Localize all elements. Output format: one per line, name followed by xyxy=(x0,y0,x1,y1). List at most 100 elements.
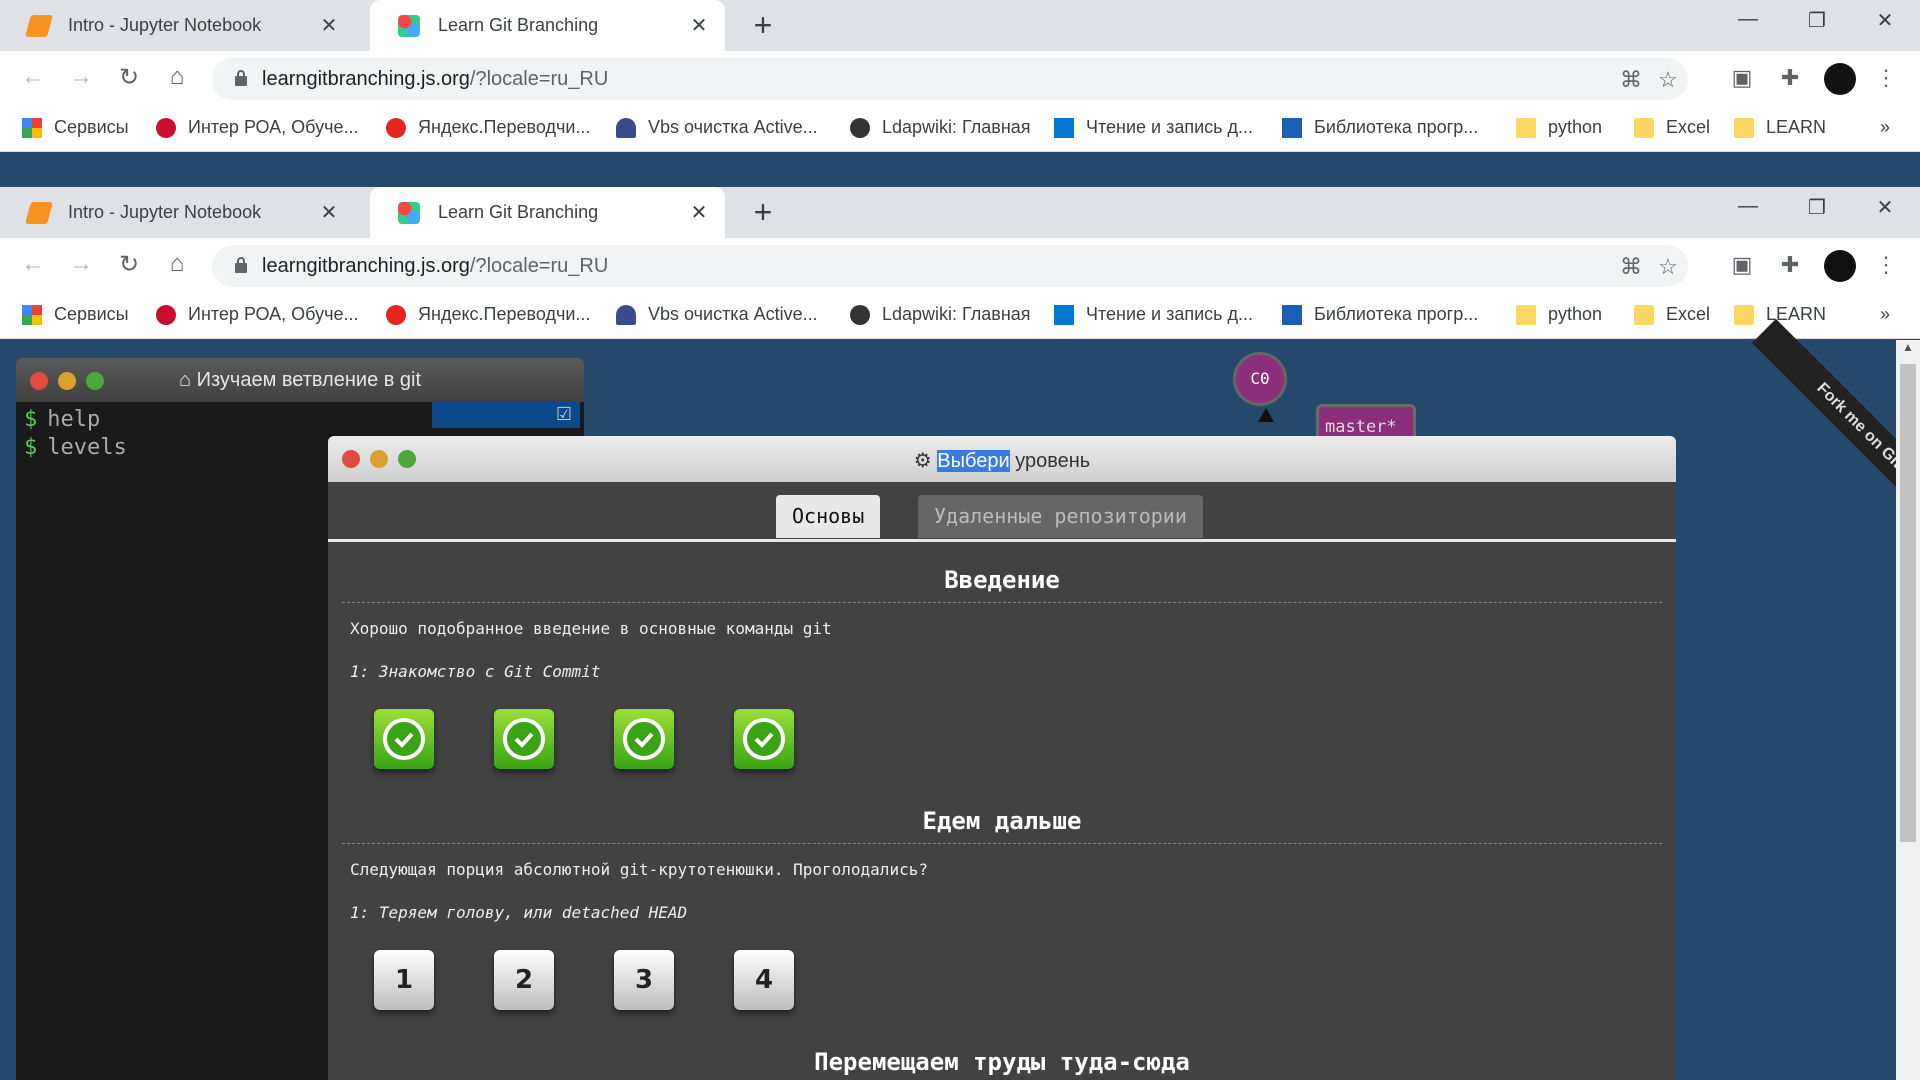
star-icon[interactable]: ☆ xyxy=(1658,254,1678,280)
bookmark-library[interactable]: Библиотека прогр... xyxy=(1282,117,1478,138)
puzzle-icon[interactable]: ✚ xyxy=(1776,251,1804,279)
apps-icon xyxy=(22,117,42,138)
translate-icon[interactable]: ⌘ xyxy=(1620,254,1642,280)
close-icon[interactable]: ✕ xyxy=(319,13,339,38)
bookmark-reading[interactable]: Чтение и запись д... xyxy=(1054,304,1253,325)
gear-icon: ⚙ xyxy=(913,450,938,472)
level-button[interactable]: 4 xyxy=(734,950,794,1010)
restore-icon[interactable]: ❐ xyxy=(1797,195,1837,220)
more-bookmarks-icon[interactable]: » xyxy=(1880,304,1890,325)
level-button[interactable]: 1 xyxy=(374,950,434,1010)
section-about: Хорошо подобранное введение в основные к… xyxy=(350,619,832,638)
bookmark-python[interactable]: python xyxy=(1516,117,1602,138)
bookmark-vbs[interactable]: Vbs очистка Active... xyxy=(616,304,818,325)
menu-icon[interactable]: ⋮ xyxy=(1872,251,1900,279)
checkmark-icon xyxy=(383,718,425,760)
reload-icon[interactable]: ↻ xyxy=(114,63,144,92)
scroll-thumb[interactable] xyxy=(1900,364,1916,842)
profile-avatar[interactable] xyxy=(1824,250,1856,282)
toolbar: ← → ↻ ⌂ learngitbranching.js.org/?locale… xyxy=(0,51,1920,106)
page-content: ⌂ Изучаем ветвление в git ☑ $ help $ level… xyxy=(0,318,1920,1080)
bookmark-inter[interactable]: Интер РОА, Обуче... xyxy=(156,304,358,325)
bookmark-excel[interactable]: Excel xyxy=(1634,304,1710,325)
bookmark-ldapwiki[interactable]: Ldapwiki: Главная xyxy=(850,117,1031,138)
bookmark-learn[interactable]: LEARN xyxy=(1734,304,1826,325)
level-section-moving-on: Едем дальше Следующая порция абсолютной … xyxy=(328,783,1676,1024)
more-bookmarks-icon[interactable]: » xyxy=(1880,117,1890,138)
close-icon[interactable]: ✕ xyxy=(319,200,339,225)
git-branching-icon xyxy=(398,201,420,224)
forward-icon[interactable]: → xyxy=(66,250,96,278)
tab-learn-git[interactable]: Learn Git Branching ✕ xyxy=(370,187,725,238)
tab-learn-git[interactable]: Learn Git Branching ✕ xyxy=(370,0,725,51)
address-bar[interactable]: learngitbranching.js.org/?locale=ru_RU ⌘… xyxy=(212,245,1688,287)
address-bar[interactable]: learngitbranching.js.org/?locale=ru_RU ⌘… xyxy=(212,58,1688,100)
back-icon[interactable]: ← xyxy=(18,250,48,278)
tab-title: Intro - Jupyter Notebook xyxy=(68,202,262,222)
menu-icon[interactable]: ⋮ xyxy=(1872,64,1900,92)
bookmark-yandex[interactable]: Яндекс.Переводчи... xyxy=(386,304,590,325)
level-button-completed[interactable] xyxy=(374,709,434,769)
checkbox-icon[interactable]: ☑ xyxy=(556,404,572,425)
bookmark-ldapwiki[interactable]: Ldapwiki: Главная xyxy=(850,304,1031,325)
home-icon[interactable]: ⌂ xyxy=(162,250,192,278)
tab-jupyter[interactable]: Intro - Jupyter Notebook ✕ xyxy=(0,187,355,238)
level-select-dialog: ⚙ Выбери уровень Основы Удаленные репози… xyxy=(328,436,1676,1080)
star-icon[interactable]: ☆ xyxy=(1658,67,1678,93)
extension-icon[interactable]: ▣ xyxy=(1728,251,1756,279)
close-icon[interactable]: ✕ xyxy=(689,13,709,38)
level-button[interactable]: 3 xyxy=(614,950,674,1010)
wiki-icon xyxy=(850,304,870,325)
level-button-completed[interactable] xyxy=(494,709,554,769)
tab-strip: Intro - Jupyter Notebook ✕ Learn Git Bra… xyxy=(0,0,1920,51)
level-button[interactable]: 2 xyxy=(494,950,554,1010)
lock-icon xyxy=(235,70,247,86)
scroll-up-icon[interactable]: ▲ xyxy=(1896,340,1920,360)
minimize-icon[interactable]: — xyxy=(1728,195,1768,218)
bookmark-inter[interactable]: Интер РОА, Обуче... xyxy=(156,117,358,138)
folder-icon xyxy=(1734,304,1754,325)
github-ribbon[interactable]: Fork me on GitHub xyxy=(1751,318,1920,556)
bookmark-yandex[interactable]: Яндекс.Переводчи... xyxy=(386,117,590,138)
restore-icon[interactable]: ❐ xyxy=(1797,8,1837,33)
close-window-icon[interactable]: ✕ xyxy=(1865,8,1905,33)
person-icon xyxy=(616,117,636,138)
reload-icon[interactable]: ↻ xyxy=(114,250,144,279)
bookmark-library[interactable]: Библиотека прогр... xyxy=(1282,304,1478,325)
tab-title: Intro - Jupyter Notebook xyxy=(68,15,262,35)
tab-remote[interactable]: Удаленные репозитории xyxy=(918,495,1203,538)
tab-basics[interactable]: Основы xyxy=(776,495,881,538)
bookmark-services[interactable]: Сервисы xyxy=(22,304,129,325)
translate-icon[interactable]: ⌘ xyxy=(1620,67,1642,93)
section-title: Перемещаем труды туда-сюда xyxy=(342,1024,1662,1080)
browser-chrome: Intro - Jupyter Notebook ✕ Learn Git Bra… xyxy=(0,187,1920,339)
cap-icon xyxy=(156,117,176,138)
profile-avatar[interactable] xyxy=(1824,63,1856,95)
dialog-title: ⚙ Выбери уровень xyxy=(913,450,1091,472)
level-button-completed[interactable] xyxy=(614,709,674,769)
toolbar: ← → ↻ ⌂ learngitbranching.js.org/?locale… xyxy=(0,238,1920,293)
close-icon[interactable]: ✕ xyxy=(689,200,709,225)
new-tab-button[interactable]: + xyxy=(745,8,781,42)
tab-jupyter[interactable]: Intro - Jupyter Notebook ✕ xyxy=(0,0,355,51)
bookmark-learn[interactable]: LEARN xyxy=(1734,117,1826,138)
page-scrollbar[interactable]: ▲ xyxy=(1896,340,1920,1080)
level-button-completed[interactable] xyxy=(734,709,794,769)
new-tab-button[interactable]: + xyxy=(745,195,781,229)
close-window-icon[interactable]: ✕ xyxy=(1865,195,1905,220)
bookmark-reading[interactable]: Чтение и запись д... xyxy=(1054,117,1253,138)
minimize-icon[interactable]: — xyxy=(1728,8,1768,31)
bookmarks-bar: Сервисы Интер РОА, Обуче... Яндекс.Перев… xyxy=(0,293,1920,339)
commit-node[interactable]: C0 xyxy=(1233,352,1287,406)
puzzle-icon[interactable]: ✚ xyxy=(1776,64,1804,92)
level-tabs: Основы Удаленные репозитории xyxy=(328,482,1676,542)
home-icon[interactable]: ⌂ xyxy=(162,63,192,91)
forward-icon[interactable]: → xyxy=(66,63,96,91)
bookmark-vbs[interactable]: Vbs очистка Active... xyxy=(616,117,818,138)
back-icon[interactable]: ← xyxy=(18,63,48,91)
extension-icon[interactable]: ▣ xyxy=(1728,64,1756,92)
bookmark-python[interactable]: python xyxy=(1516,304,1602,325)
bookmark-excel[interactable]: Excel xyxy=(1634,117,1710,138)
bookmark-services[interactable]: Сервисы xyxy=(22,117,129,138)
tab-title: Learn Git Branching xyxy=(438,202,599,222)
